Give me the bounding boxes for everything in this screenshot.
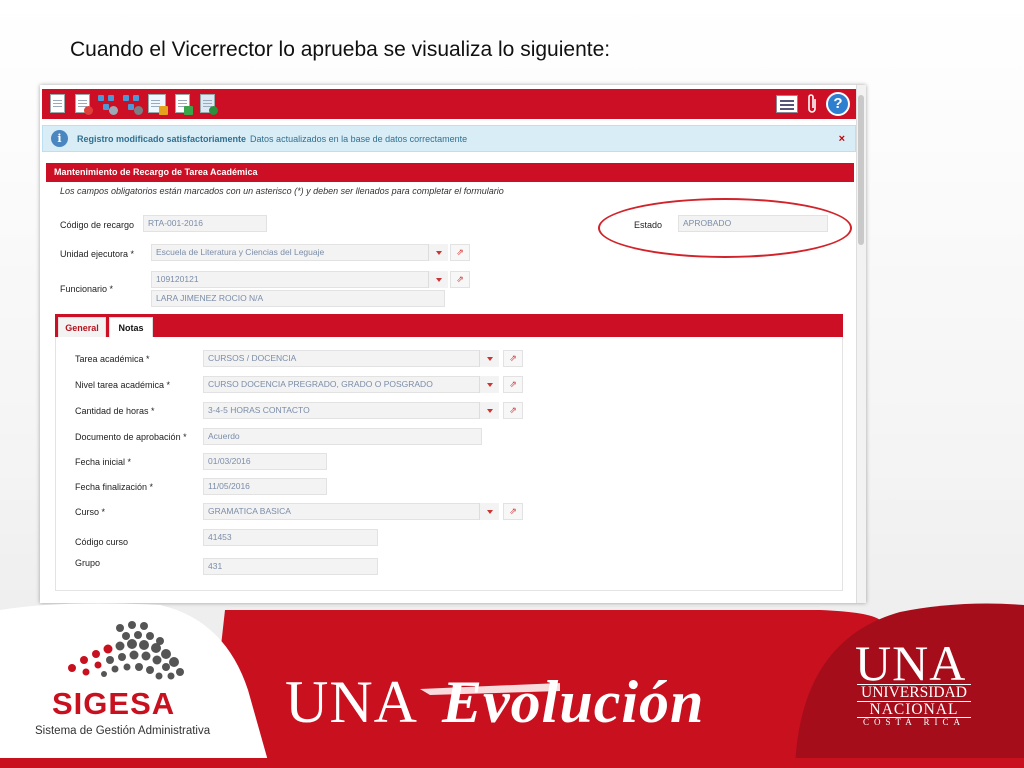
chevron-down-icon[interactable] (479, 350, 499, 367)
open-link-icon[interactable]: ⇗ (503, 402, 523, 419)
tabs-bar: General Notas (55, 314, 843, 337)
chevron-down-icon[interactable] (428, 244, 448, 261)
info-icon: i (51, 130, 68, 147)
scrollbar[interactable] (856, 85, 866, 603)
fecha-inicial-field[interactable]: 01/03/2016 (203, 453, 327, 470)
tab-notas[interactable]: Notas (109, 317, 153, 337)
funcionario-id-select[interactable]: 109120121 (151, 271, 448, 288)
fecha-finalizacion-label: Fecha finalización * (75, 482, 154, 492)
una-universidad: UNIVERSIDAD (861, 684, 967, 701)
user-add-icon[interactable] (198, 93, 218, 115)
open-link-icon[interactable]: ⇗ (450, 271, 470, 288)
codigo-recargo-label: Código de recargo (60, 220, 135, 230)
codigo-recargo-field[interactable]: RTA-001-2016 (143, 215, 267, 232)
codigo-curso-field[interactable]: 41453 (203, 529, 378, 546)
unidad-ejecutora-select[interactable]: Escuela de Literatura y Ciencias del Leg… (151, 244, 448, 261)
open-link-icon[interactable]: ⇗ (503, 350, 523, 367)
tab-general[interactable]: General (58, 317, 106, 337)
form-edit-icon[interactable] (148, 93, 168, 115)
open-link-icon[interactable]: ⇗ (503, 376, 523, 393)
scrollbar-thumb[interactable] (858, 95, 864, 245)
new-document-icon[interactable] (48, 93, 68, 115)
panel-title: Mantenimiento de Recargo de Tarea Académ… (46, 163, 854, 182)
tarea-academica-select[interactable]: CURSOS / DOCENCIA (203, 350, 499, 367)
chevron-down-icon[interactable] (479, 402, 499, 419)
required-note: Los campos obligatorios están marcados c… (60, 186, 504, 196)
sigesa-logo-text: SIGESA (52, 686, 176, 721)
grupo-field[interactable]: 431 (203, 558, 378, 575)
workflow-settings-icon[interactable] (123, 93, 143, 115)
chevron-down-icon[interactable] (479, 503, 499, 520)
chevron-down-icon[interactable] (428, 271, 448, 288)
success-alert: i Registro modificado satisfactoriamente… (42, 125, 856, 152)
list-view-icon[interactable] (776, 95, 798, 113)
tarea-academica-label: Tarea académica * (75, 354, 150, 364)
open-link-icon[interactable]: ⇗ (450, 244, 470, 261)
alert-title: Registro modificado satisfactoriamente (77, 133, 247, 144)
toolbar-right: ? (776, 92, 850, 116)
nivel-tarea-label: Nivel tarea académica * (75, 380, 171, 390)
documento-aprobacion-field[interactable]: Acuerdo (203, 428, 482, 445)
grupo-label: Grupo (75, 558, 101, 568)
codigo-curso-label: Código curso (75, 537, 129, 547)
una-costa-rica: COSTA RICA (862, 717, 966, 727)
alert-message: Datos actualizados en la base de datos c… (250, 133, 468, 144)
toolbar: ? (42, 89, 856, 119)
document-return-icon[interactable] (173, 93, 193, 115)
banner-una: UNA (285, 669, 418, 735)
cantidad-horas-select[interactable]: 3-4-5 HORAS CONTACTO (203, 402, 499, 419)
workflow-search-icon[interactable] (98, 93, 118, 115)
funcionario-name-field[interactable]: LARA JIMENEZ ROCIO N/A (151, 290, 445, 307)
chevron-down-icon[interactable] (479, 376, 499, 393)
slide-title: Cuando el Vicerrector lo aprueba se visu… (70, 38, 611, 61)
curso-select[interactable]: GRAMATICA BASICA (203, 503, 499, 520)
documento-aprobacion-label: Documento de aprobación * (75, 432, 187, 442)
close-icon[interactable]: × (839, 133, 845, 145)
highlight-ring (598, 198, 852, 258)
cantidad-horas-label: Cantidad de horas * (75, 406, 155, 416)
sigesa-subtitle: Sistema de Gestión Administrativa (35, 725, 211, 737)
banner-slogan: UNA Evolución (285, 668, 704, 737)
open-link-icon[interactable]: ⇗ (503, 503, 523, 520)
attachment-icon[interactable] (804, 93, 820, 115)
fecha-inicial-label: Fecha inicial * (75, 457, 132, 467)
fecha-finalizacion-field[interactable]: 11/05/2016 (203, 478, 327, 495)
sigesa-logo-dots (68, 621, 184, 680)
app-window: ? i Registro modificado satisfactoriamen… (40, 85, 866, 603)
banner-evolucion: Evolución (442, 669, 705, 735)
funcionario-label: Funcionario * (60, 284, 114, 294)
delete-document-icon[interactable] (73, 93, 93, 115)
curso-label: Curso * (75, 507, 106, 517)
nivel-tarea-select[interactable]: CURSO DOCENCIA PREGRADO, GRADO O POSGRAD… (203, 376, 499, 393)
help-icon[interactable]: ? (826, 92, 850, 116)
unidad-ejecutora-label: Unidad ejecutora * (60, 249, 135, 259)
